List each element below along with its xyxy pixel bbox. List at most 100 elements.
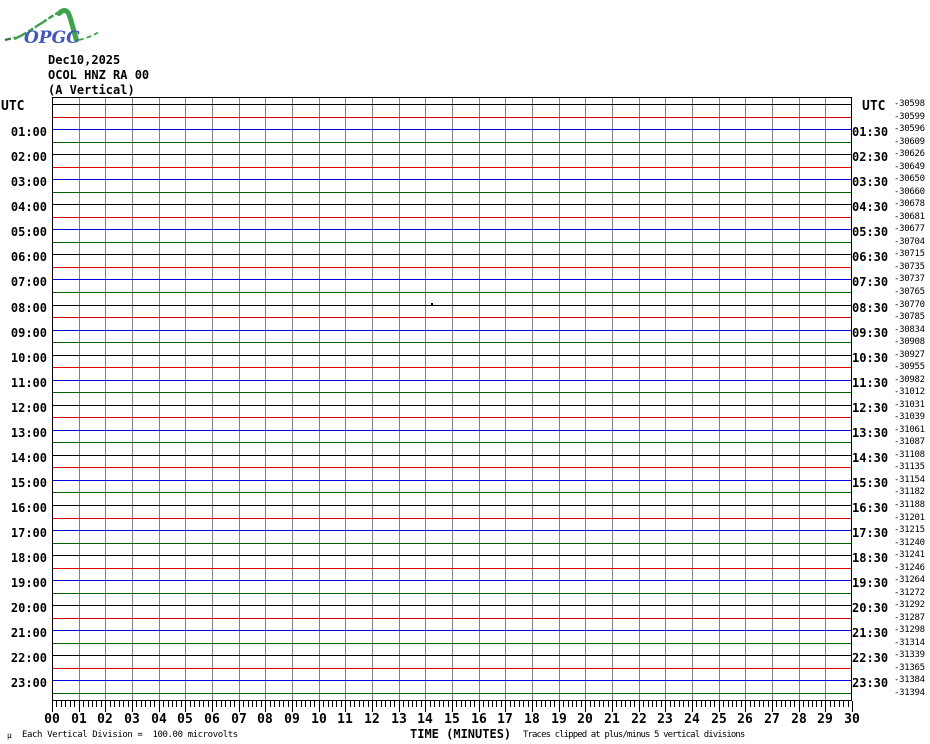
minute-major-tick: [585, 701, 586, 712]
trace-row: [53, 204, 851, 205]
second-minor-tick: [168, 701, 169, 707]
left-time-label: 23:00: [10, 676, 47, 690]
minute-major-tick: [825, 701, 826, 712]
left-time-label: 07:00: [10, 275, 47, 289]
bias-value: -31154: [894, 475, 925, 485]
second-minor-tick: [248, 701, 249, 707]
minute-major-tick: [505, 701, 506, 712]
grid-minute-line: [745, 98, 746, 700]
trace-row: [53, 693, 851, 694]
left-time-label: 13:00: [10, 426, 47, 440]
minute-tick-label: 28: [791, 712, 807, 727]
bias-value: -30677: [894, 224, 925, 234]
second-minor-tick: [496, 701, 497, 707]
bias-value: -30650: [894, 174, 925, 184]
second-minor-tick: [674, 701, 675, 707]
bias-value: -30599: [894, 112, 925, 122]
second-minor-tick: [354, 701, 355, 707]
second-minor-tick: [670, 701, 671, 707]
header-date: Dec10,2025: [48, 53, 121, 67]
minute-tick-label: 01: [71, 712, 87, 727]
grid-minute-line: [212, 98, 213, 700]
second-minor-tick: [768, 701, 769, 707]
minute-tick-label: 19: [551, 712, 567, 727]
bias-value: -30681: [894, 212, 925, 222]
minute-tick-label: 09: [284, 712, 300, 727]
bias-value: -31339: [894, 650, 925, 660]
trace-row: [53, 317, 851, 318]
trace-row: [53, 367, 851, 368]
second-minor-tick: [536, 701, 537, 707]
second-minor-tick: [528, 701, 529, 707]
second-minor-tick: [514, 701, 515, 707]
second-minor-tick: [652, 701, 653, 707]
minute-tick-label: 15: [444, 712, 460, 727]
second-minor-tick: [261, 701, 262, 707]
second-minor-tick: [341, 701, 342, 707]
scale-note: Each Vertical Division = 100.00 microvol…: [22, 730, 238, 740]
second-minor-tick: [519, 701, 520, 707]
trace-row: [53, 330, 851, 331]
trace-row: [53, 530, 851, 531]
trace-row: [53, 480, 851, 481]
second-minor-tick: [661, 701, 662, 707]
second-minor-tick: [439, 701, 440, 707]
second-minor-tick: [572, 701, 573, 707]
second-minor-tick: [625, 701, 626, 707]
grid-minute-line: [559, 98, 560, 700]
trace-row: [53, 355, 851, 356]
minute-major-tick: [425, 701, 426, 712]
second-minor-tick: [328, 701, 329, 707]
second-minor-tick: [630, 701, 631, 707]
bias-value: -31188: [894, 500, 925, 510]
second-minor-tick: [701, 701, 702, 707]
minute-tick-label: 11: [337, 712, 353, 727]
trace-blip: [431, 303, 433, 305]
utc-label-left: UTC: [1, 99, 25, 114]
minute-tick-label: 04: [151, 712, 167, 727]
left-time-label: 17:00: [10, 526, 47, 540]
second-minor-tick: [728, 701, 729, 707]
bias-value: -30770: [894, 300, 925, 310]
bias-value: -31272: [894, 588, 925, 598]
second-minor-tick: [545, 701, 546, 707]
header-component: (A Vertical): [48, 83, 135, 97]
minute-tick-label: 29: [817, 712, 833, 727]
bias-value: -30982: [894, 375, 925, 385]
grid-minute-line: [319, 98, 320, 700]
minute-tick-label: 05: [177, 712, 193, 727]
minute-major-tick: [852, 701, 853, 712]
right-time-label: 10:30: [852, 351, 889, 365]
microvolt-glyph: µ: [7, 731, 12, 740]
minute-major-tick: [612, 701, 613, 712]
trace-row: [53, 442, 851, 443]
second-minor-tick: [696, 701, 697, 707]
minute-major-tick: [132, 701, 133, 712]
minute-tick-label: 17: [497, 712, 513, 727]
trace-row: [53, 605, 851, 606]
second-minor-tick: [510, 701, 511, 707]
second-minor-tick: [848, 701, 849, 707]
second-minor-tick: [381, 701, 382, 707]
minute-tick-label: 20: [577, 712, 593, 727]
trace-row: [53, 630, 851, 631]
grid-minute-line: [532, 98, 533, 700]
second-minor-tick: [834, 701, 835, 707]
trace-row: [53, 643, 851, 644]
trace-row: [53, 392, 851, 393]
trace-row: [53, 505, 851, 506]
left-time-label: 08:00: [10, 301, 47, 315]
second-minor-tick: [461, 701, 462, 707]
second-minor-tick: [603, 701, 604, 707]
trace-row: [53, 229, 851, 230]
second-minor-tick: [301, 701, 302, 707]
grid-minute-line: [665, 98, 666, 700]
second-minor-tick: [590, 701, 591, 707]
second-minor-tick: [208, 701, 209, 707]
left-time-label: 15:00: [10, 476, 47, 490]
second-minor-tick: [283, 701, 284, 707]
second-minor-tick: [172, 701, 173, 707]
second-minor-tick: [688, 701, 689, 707]
grid-minute-line: [719, 98, 720, 700]
right-time-label: 18:30: [852, 551, 889, 565]
